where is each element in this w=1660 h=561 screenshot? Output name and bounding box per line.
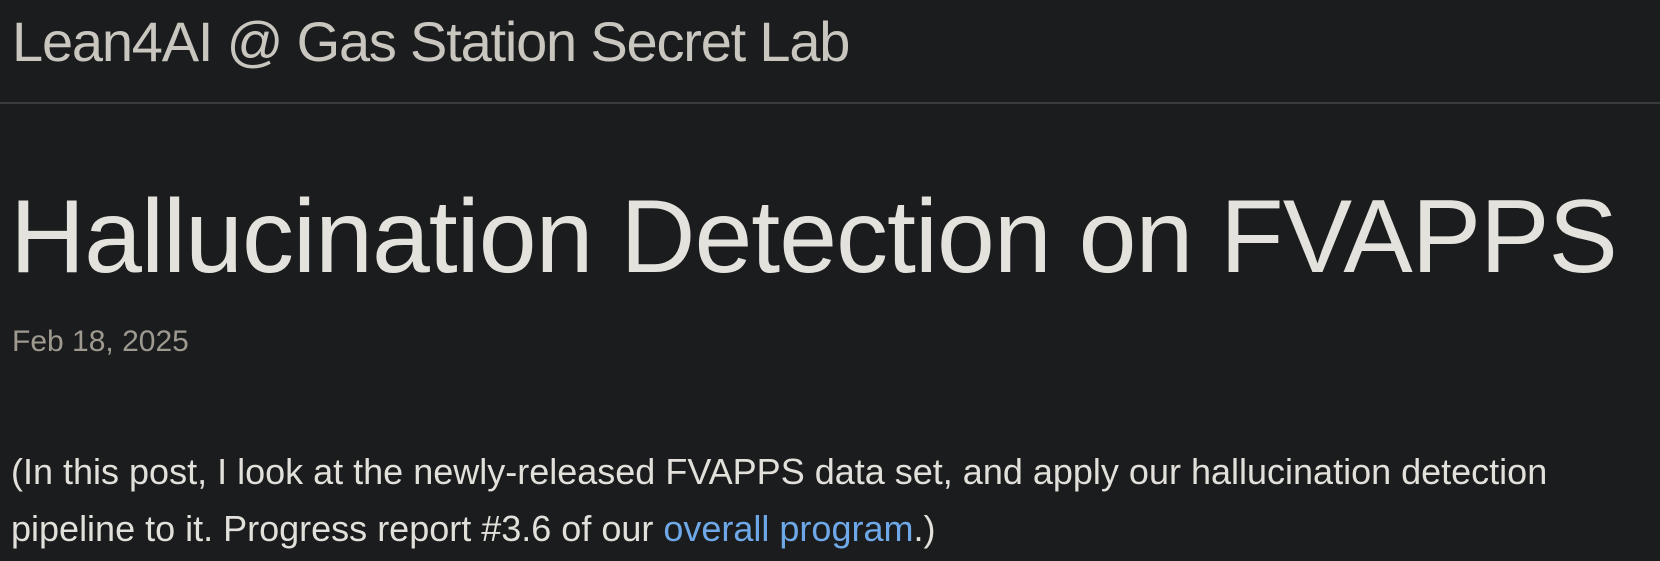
post-intro-paragraph: (In this post, I look at the newly-relea… bbox=[11, 443, 1656, 557]
intro-text-after-link: .) bbox=[913, 508, 936, 549]
post-title: Hallucination Detection on FVAPPS bbox=[10, 179, 1618, 295]
site-header: Lean4AI @ Gas Station Secret Lab bbox=[0, 0, 1660, 104]
post-date: Feb 18, 2025 bbox=[12, 325, 189, 358]
site-title-link[interactable]: Lean4AI @ Gas Station Secret Lab bbox=[12, 8, 850, 76]
overall-program-link[interactable]: overall program bbox=[663, 508, 913, 549]
